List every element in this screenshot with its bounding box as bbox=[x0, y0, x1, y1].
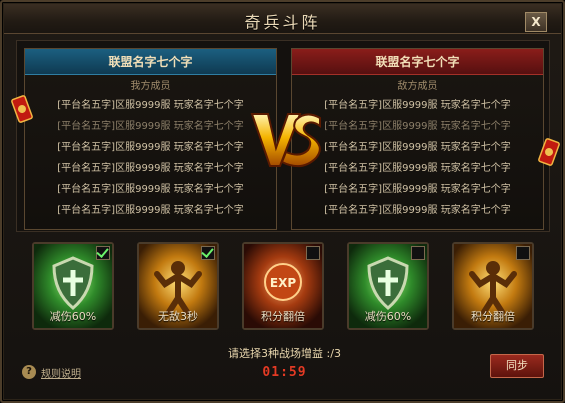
buff-label: 积分翻倍 bbox=[471, 310, 515, 323]
title-bar: 奇兵斗阵 X bbox=[4, 4, 561, 34]
enemy-member-row: [平台名五字]区服9999服 玩家名字七个字 bbox=[324, 205, 511, 216]
our-team-panel: 联盟名字七个字 我方成员 [平台名五字]区服9999服 玩家名字七个字 [平台名… bbox=[24, 48, 277, 230]
our-alliance-name: 联盟名字七个字 bbox=[25, 49, 276, 75]
buff-label: 减伤60% bbox=[364, 310, 412, 323]
enemy-members-label: 敌方成员 bbox=[397, 81, 438, 92]
enemy-member-row: [平台名五字]区服9999服 玩家名字七个字 bbox=[324, 121, 511, 132]
enemy-member-row: [平台名五字]区服9999服 玩家名字七个字 bbox=[324, 100, 511, 111]
buff-card[interactable]: 积分翻倍 bbox=[452, 242, 534, 330]
buff-checkbox[interactable] bbox=[306, 246, 320, 260]
our-member-row: [平台名五字]区服9999服 玩家名字七个字 bbox=[57, 205, 244, 216]
enemy-member-row: [平台名五字]区服9999服 玩家名字七个字 bbox=[324, 142, 511, 153]
buff-label: 减伤60% bbox=[49, 310, 97, 323]
vs-emblem-icon bbox=[250, 113, 321, 168]
buff-card[interactable]: 减伤60% bbox=[347, 242, 429, 330]
buff-checkbox[interactable] bbox=[201, 246, 215, 260]
buff-checkbox[interactable] bbox=[516, 246, 530, 260]
question-icon: ? bbox=[22, 365, 36, 379]
enemy-member-list: [平台名五字]区服9999服 玩家名字七个字 [平台名五字]区服9999服 玩家… bbox=[292, 95, 543, 221]
enemy-team-panel: 联盟名字七个字 敌方成员 [平台名五字]区服9999服 玩家名字七个字 [平台名… bbox=[291, 48, 544, 230]
scroll-token-icon bbox=[11, 95, 33, 123]
our-member-row: [平台名五字]区服9999服 玩家名字七个字 bbox=[57, 100, 244, 111]
buff-card[interactable]: 无敌3秒 bbox=[137, 242, 219, 330]
prompt-text: 请选择3种战场增益 bbox=[228, 347, 324, 360]
enemy-alliance-name: 联盟名字七个字 bbox=[292, 49, 543, 75]
rules-label: 规则说明 bbox=[41, 368, 81, 380]
buff-checkbox[interactable] bbox=[96, 246, 110, 260]
buff-card[interactable]: 减伤60% bbox=[32, 242, 114, 330]
battle-window: 奇兵斗阵 X 联盟名字七个字 我方成员 [平台名五字]区服9999服 玩家名字七… bbox=[0, 0, 565, 403]
window-title: 奇兵斗阵 bbox=[244, 13, 321, 32]
close-button[interactable]: X bbox=[525, 12, 547, 32]
our-member-row: [平台名五字]区服9999服 玩家名字七个字 bbox=[57, 163, 244, 174]
scroll-token-icon bbox=[538, 138, 560, 166]
our-member-row: [平台名五字]区服9999服 玩家名字七个字 bbox=[57, 142, 244, 153]
enemy-member-row: [平台名五字]区服9999服 玩家名字七个字 bbox=[324, 163, 511, 174]
svg-text:EXP: EXP bbox=[270, 276, 296, 290]
countdown-timer: 01:59 bbox=[262, 365, 307, 380]
selection-prompt: 请选择3种战场增益 :/3 bbox=[2, 345, 565, 361]
buff-card[interactable]: EXP 积分翻倍 bbox=[242, 242, 324, 330]
buff-label: 积分翻倍 bbox=[261, 310, 305, 323]
our-member-list: [平台名五字]区服9999服 玩家名字七个字 [平台名五字]区服9999服 玩家… bbox=[25, 95, 276, 221]
our-members-label: 我方成员 bbox=[130, 81, 171, 92]
our-member-row: [平台名五字]区服9999服 玩家名字七个字 bbox=[57, 121, 244, 132]
selection-count: :/3 bbox=[326, 347, 341, 360]
enemy-member-row: [平台名五字]区服9999服 玩家名字七个字 bbox=[324, 184, 511, 195]
our-member-row: [平台名五字]区服9999服 玩家名字七个字 bbox=[57, 184, 244, 195]
rules-link[interactable]: ? 规则说明 bbox=[22, 365, 81, 380]
buff-checkbox[interactable] bbox=[411, 246, 425, 260]
sync-button[interactable]: 同步 bbox=[490, 354, 544, 378]
buff-label: 无敌3秒 bbox=[158, 310, 198, 323]
